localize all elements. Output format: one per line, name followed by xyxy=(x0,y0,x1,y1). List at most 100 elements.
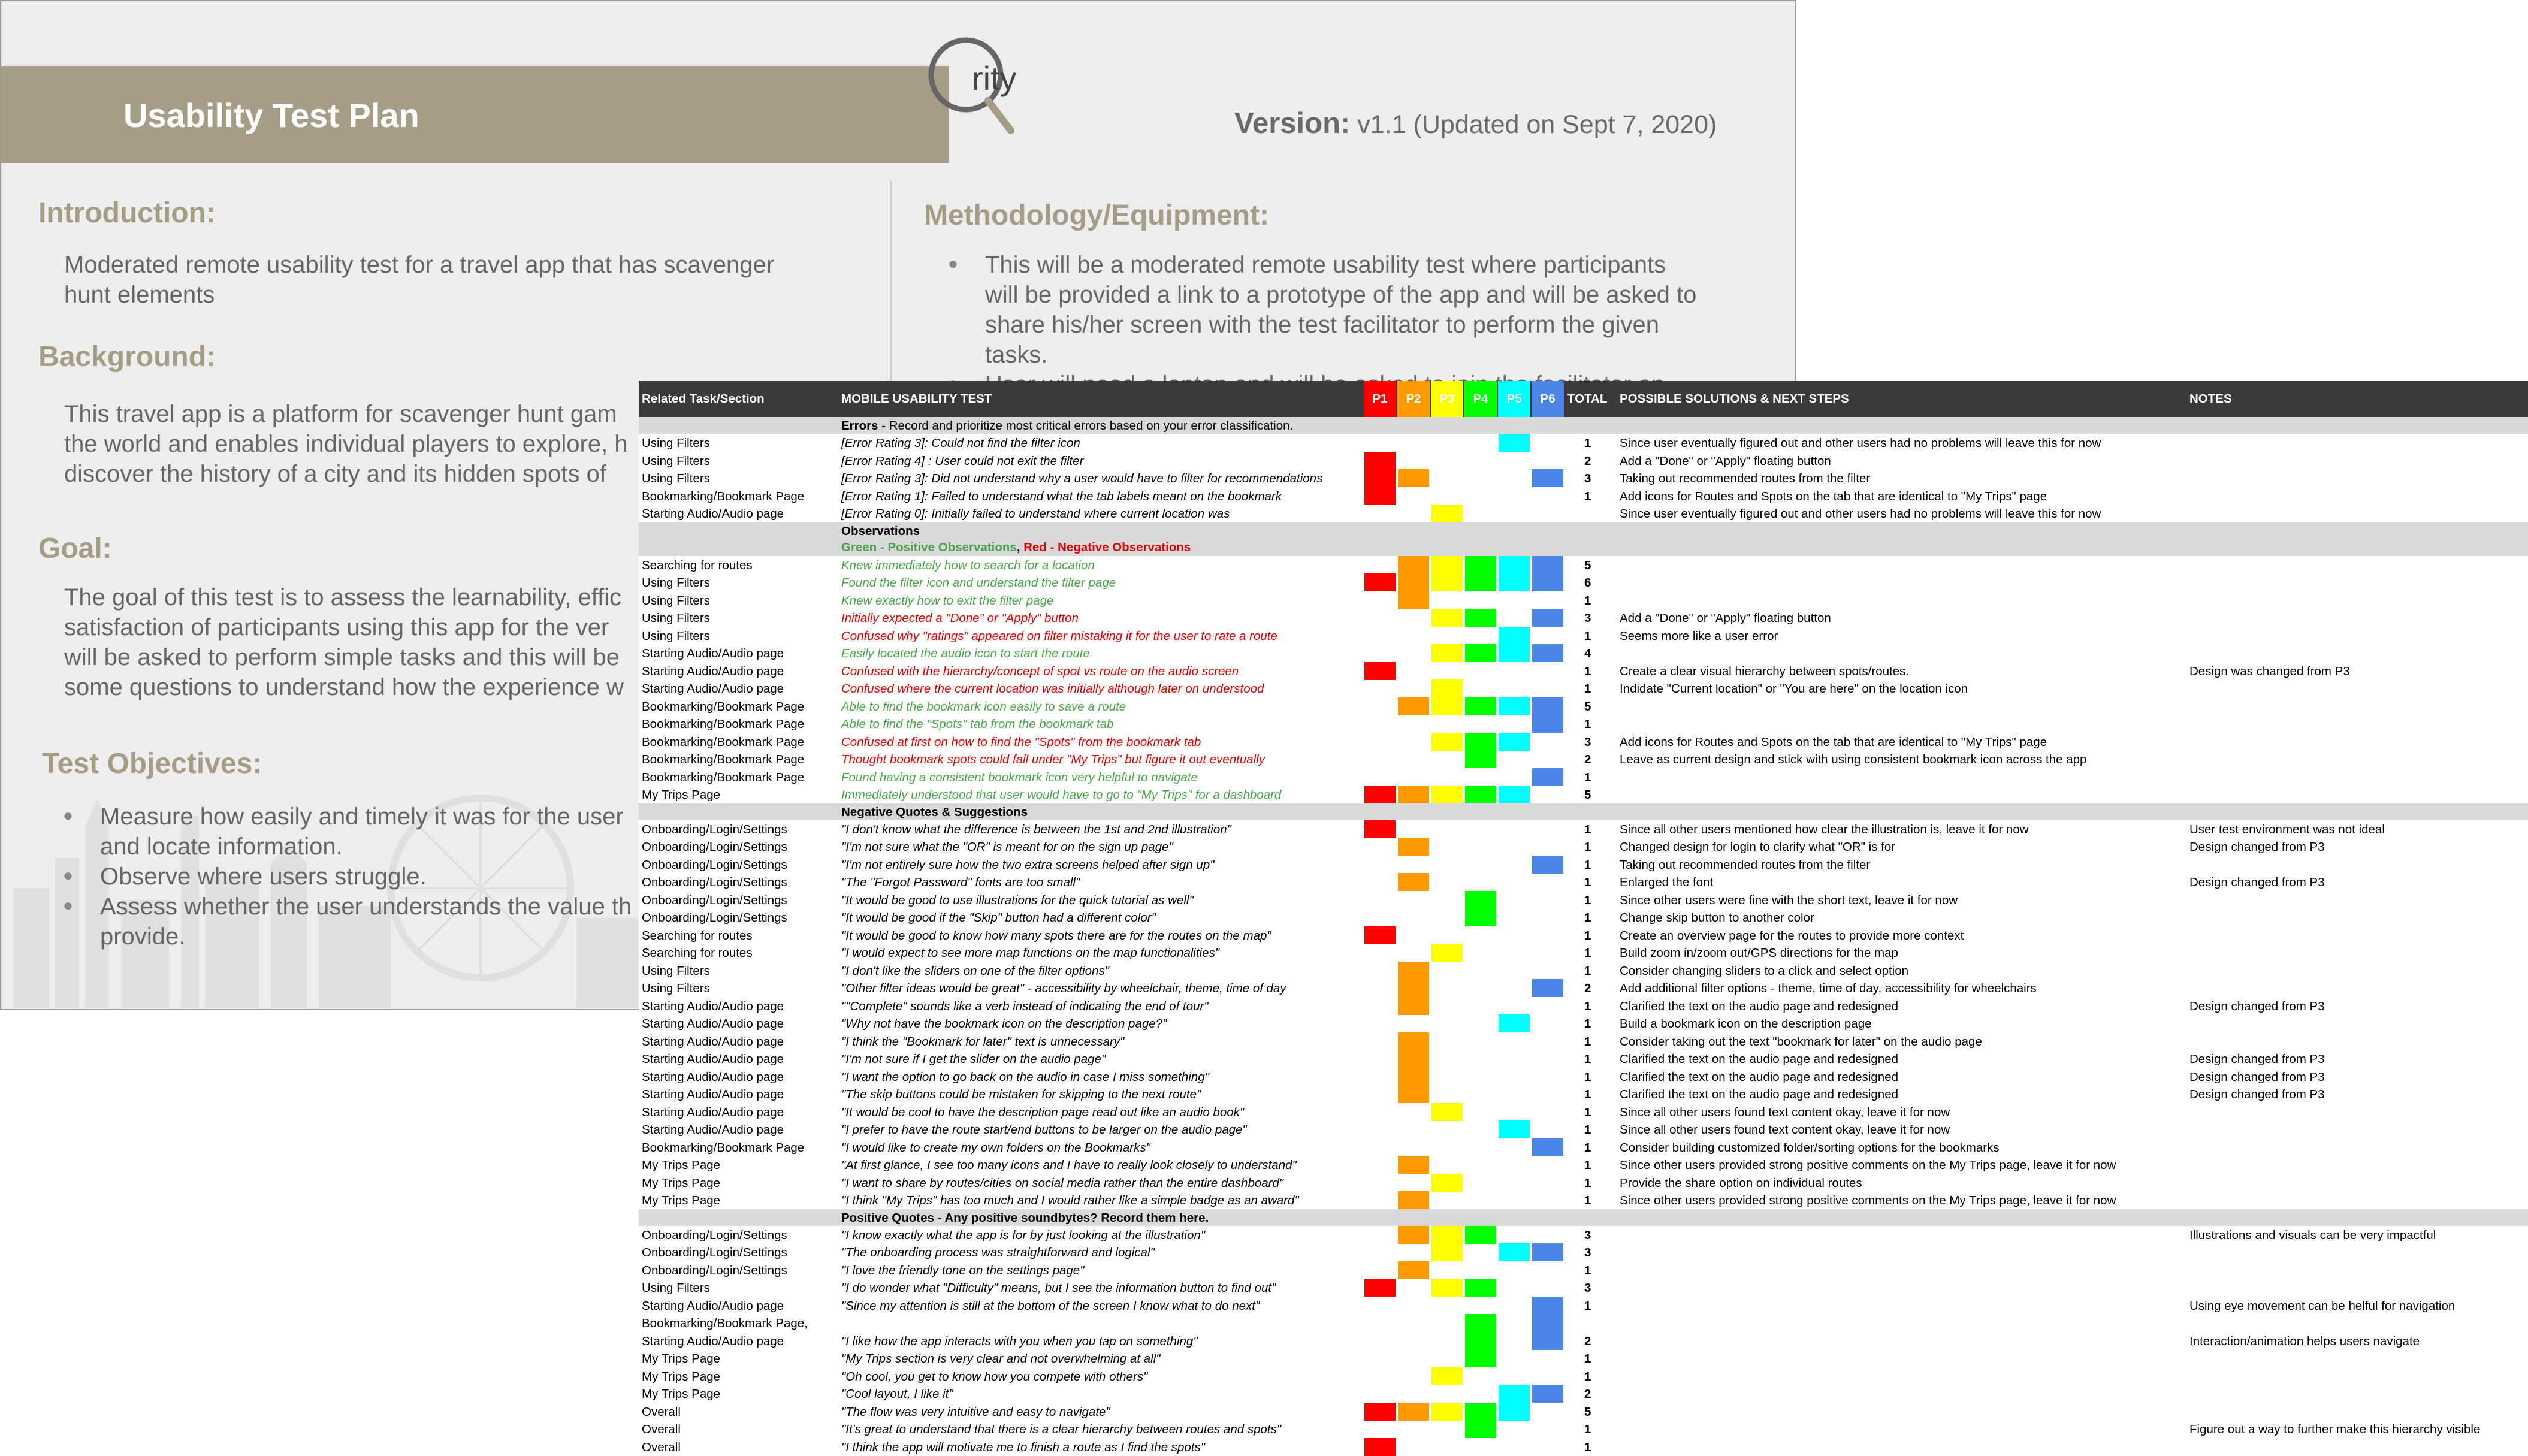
table-row[interactable]: Starting Audio/Audio page "I prefer to ha… xyxy=(639,1120,2528,1138)
total-cell: 1 xyxy=(1584,1034,1591,1049)
table-row[interactable]: Onboarding/Login/Settings "It would be go… xyxy=(639,908,2528,926)
table-row[interactable]: Starting Audio/Audio page Confused where … xyxy=(639,679,2528,697)
table-row[interactable]: Bookmarking/Bookmark Page, Starting Audio… xyxy=(639,1314,2528,1350)
participant-header-p6[interactable]: P6 xyxy=(1532,381,1564,417)
table-row[interactable]: Starting Audio/Audio page "Why not have t… xyxy=(639,1014,2528,1032)
table-row[interactable]: Searching for routes "I would expect to s… xyxy=(639,944,2528,962)
solution-cell: Provide the share option on individual r… xyxy=(1620,1176,1862,1190)
table-row[interactable]: Onboarding/Login/Settings "It would be go… xyxy=(639,890,2528,909)
text-line: will be asked to perform simple tasks an… xyxy=(64,644,620,670)
table-row[interactable]: Using Filters "Other filter ideas would b… xyxy=(639,979,2528,997)
table-row[interactable]: Bookmarking/Bookmark Page [Error Rating 1… xyxy=(639,487,2528,505)
table-row[interactable]: Starting Audio/Audio page Easily located … xyxy=(639,644,2528,662)
table-row[interactable]: Using Filters [Error Rating 4] : User cou… xyxy=(639,451,2528,470)
table-row[interactable]: Using Filters Knew exactly how to exit th… xyxy=(639,591,2528,609)
table-row[interactable]: Overall "I think the app will motivate me… xyxy=(639,1437,2528,1456)
note-cell: Figure out a way to further make this hi… xyxy=(2189,1422,2481,1436)
participant-mark-p1 xyxy=(1364,469,1396,487)
table-row[interactable]: Starting Audio/Audio page Confused with t… xyxy=(639,661,2528,680)
observation-cell: Confused with the hierarchy/concept of s… xyxy=(841,664,1239,678)
task-cell: Using Filters xyxy=(642,593,710,608)
participant-mark-p2 xyxy=(1398,1261,1429,1279)
table-row[interactable]: Starting Audio/Audio page "It would be co… xyxy=(639,1102,2528,1121)
participant-mark-p2 xyxy=(1398,1225,1429,1244)
table-row[interactable]: Using Filters Initially expected a "Done"… xyxy=(639,609,2528,627)
table-row[interactable]: My Trips Page "I want to share by routes/… xyxy=(639,1173,2528,1192)
table-row[interactable]: Using Filters Confused why "ratings" appe… xyxy=(639,626,2528,645)
observation-cell: Confused at first on how to find the "Sp… xyxy=(841,735,1201,749)
header-task[interactable]: Related Task/Section xyxy=(642,392,765,406)
table-row[interactable]: My Trips Page Immediately understood that… xyxy=(639,786,2528,803)
participant-mark-p4 xyxy=(1465,573,1496,591)
table-row[interactable]: Bookmarking/Bookmark Page Able to find th… xyxy=(639,697,2528,715)
participant-mark-p3 xyxy=(1431,573,1463,591)
task-cell: Using Filters xyxy=(642,472,710,485)
table-row[interactable]: Bookmarking/Bookmark Page Thought bookmar… xyxy=(639,750,2528,768)
observation-cell: Thought bookmark spots could fall under … xyxy=(841,753,1265,766)
table-row[interactable]: Using Filters "I do wonder what "Difficul… xyxy=(639,1279,2528,1297)
table-row[interactable]: Overall "It's great to understand that th… xyxy=(639,1420,2528,1438)
observation-cell: Easily located the audio icon to start t… xyxy=(841,647,1090,660)
participant-mark-p2 xyxy=(1398,838,1429,856)
table-row[interactable]: Searching for routes "It would be good to… xyxy=(639,926,2528,944)
table-row[interactable]: Starting Audio/Audio page "Since my atten… xyxy=(639,1296,2528,1315)
solution-cell: Add icons for Routes and Spots on the ta… xyxy=(1620,489,2047,503)
task-cell: My Trips Page xyxy=(642,1158,721,1172)
participant-mark-p1 xyxy=(1364,820,1396,838)
table-row[interactable]: Starting Audio/Audio page "I think the "B… xyxy=(639,1032,2528,1050)
solution-cell: Create an overview page for the routes t… xyxy=(1620,928,1964,943)
table-row[interactable]: Onboarding/Login/Settings "I know exactly… xyxy=(639,1225,2528,1244)
table-row[interactable]: My Trips Page "I think "My Trips" has too… xyxy=(639,1191,2528,1209)
table-row[interactable]: Onboarding/Login/Settings "I don't know w… xyxy=(639,820,2528,838)
table-row[interactable]: Starting Audio/Audio page "I want the opt… xyxy=(639,1067,2528,1086)
table-row[interactable]: Searching for routes Knew immediately how… xyxy=(639,555,2528,574)
table-row[interactable]: Starting Audio/Audio page "The skip butto… xyxy=(639,1085,2528,1103)
table-row[interactable]: My Trips Page "Cool layout, I like it" 2 xyxy=(639,1385,2528,1403)
note-cell: User test environment was not ideal xyxy=(2189,822,2385,836)
observation-cell: "I'm not entirely sure how the two extra… xyxy=(841,857,1215,872)
task-cell: Onboarding/Login/Settings xyxy=(642,822,787,836)
table-row[interactable]: Onboarding/Login/Settings "The onboarding… xyxy=(639,1243,2528,1261)
table-row[interactable]: Starting Audio/Audio page "I'm not sure i… xyxy=(639,1050,2528,1068)
header-observation[interactable]: MOBILE USABILITY TEST xyxy=(841,392,992,406)
task-cell: Bookmarking/Bookmark Page, xyxy=(642,1316,808,1330)
table-row[interactable]: Using Filters "I don't like the sliders o… xyxy=(639,961,2528,980)
task-cell: Starting Audio/Audio page xyxy=(642,999,784,1013)
table-row[interactable]: Onboarding/Login/Settings "I'm not entire… xyxy=(639,855,2528,874)
table-row[interactable]: Bookmarking/Bookmark Page Found having a … xyxy=(639,768,2528,786)
table-row[interactable]: Using Filters Found the filter icon and u… xyxy=(639,573,2528,591)
table-row[interactable]: My Trips Page "Oh cool, you get to know h… xyxy=(639,1367,2528,1385)
participant-header-p3[interactable]: P3 xyxy=(1431,381,1463,417)
table-row[interactable]: Onboarding/Login/Settings "I love the fri… xyxy=(639,1261,2528,1279)
task-cell: Starting Audio/Audio page xyxy=(642,664,784,678)
header-notes[interactable]: NOTES xyxy=(2189,392,2232,406)
table-row[interactable]: Onboarding/Login/Settings "The "Forgot Pa… xyxy=(639,873,2528,891)
participant-header-p4[interactable]: P4 xyxy=(1464,381,1497,417)
participant-mark-p5 xyxy=(1499,573,1530,591)
table-row[interactable]: Bookmarking/Bookmark Page Able to find th… xyxy=(639,715,2528,733)
header-total[interactable]: TOTAL xyxy=(1567,392,1607,406)
participant-header-p5[interactable]: P5 xyxy=(1498,381,1530,417)
introduction-heading: Introduction: xyxy=(38,197,216,229)
task-cell: Onboarding/Login/Settings xyxy=(642,1246,787,1259)
table-row[interactable]: My Trips Page "At first glance, I see too… xyxy=(639,1156,2528,1174)
task-cell: Overall xyxy=(642,1404,681,1419)
participant-header-p2[interactable]: P2 xyxy=(1397,381,1430,417)
participant-mark-p2 xyxy=(1398,591,1429,609)
legend-separator: , xyxy=(1016,540,1024,554)
table-row[interactable]: Bookmarking/Bookmark Page "I would like t… xyxy=(639,1138,2528,1156)
table-row[interactable]: My Trips Page "My Trips section is very c… xyxy=(639,1349,2528,1367)
table-row[interactable]: Starting Audio/Audio page ""Complete" sou… xyxy=(639,996,2528,1015)
table-row[interactable]: Using Filters [Error Rating 3]: Could not… xyxy=(639,434,2528,452)
table-row[interactable]: Bookmarking/Bookmark Page Confused at fir… xyxy=(639,732,2528,751)
introduction-text: Moderated remote usability test for a tr… xyxy=(64,250,774,310)
table-row[interactable]: Starting Audio/Audio page [Error Rating 0… xyxy=(639,505,2528,522)
text-line: Measure how easily and timely it was for… xyxy=(100,803,624,830)
table-row[interactable]: Using Filters [Error Rating 3]: Did not u… xyxy=(639,469,2528,487)
table-row[interactable]: Onboarding/Login/Settings "I'm not sure w… xyxy=(639,838,2528,856)
participant-mark-p1 xyxy=(1364,1402,1396,1421)
header-solutions[interactable]: POSSIBLE SOLUTIONS & NEXT STEPS xyxy=(1620,392,1849,406)
total-cell: 3 xyxy=(1584,472,1591,485)
participant-header-p1[interactable]: P1 xyxy=(1364,381,1396,417)
table-row[interactable]: Overall "The flow was very intuitive and … xyxy=(639,1402,2528,1421)
